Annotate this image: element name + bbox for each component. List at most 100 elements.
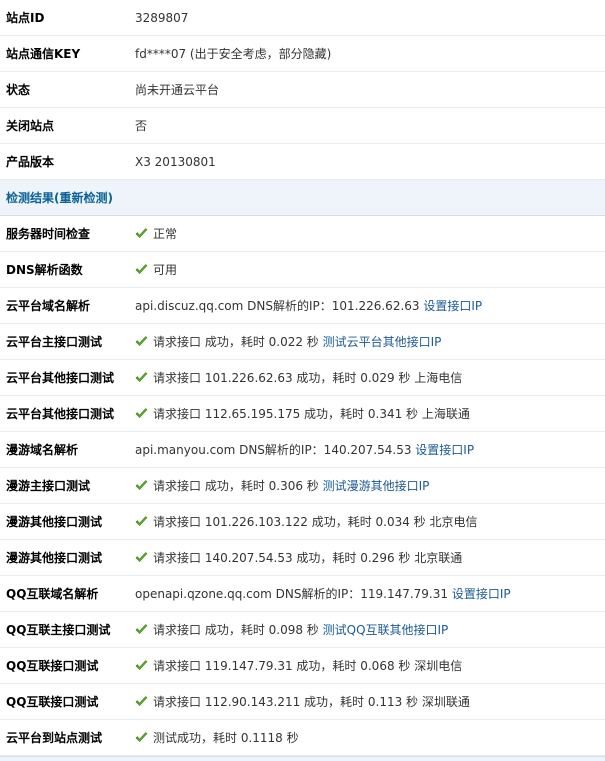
check-label: 漫游域名解析	[0, 431, 135, 468]
check-row: 云平台主接口测试 请求接口 成功，耗时 0.022 秒 测试云平台其他接口IP	[0, 323, 605, 360]
table-footer	[0, 756, 605, 761]
check-result-text: 可用	[153, 263, 178, 277]
check-result-text: 请求接口 101.226.62.63 成功，耗时 0.029 秒 上海电信	[153, 371, 463, 385]
check-result-text: 请求接口 101.226.103.122 成功，耗时 0.034 秒 北京电信	[153, 515, 478, 529]
row-label: 状态	[0, 71, 135, 108]
check-result-text: 测试成功，耗时 0.1118 秒	[153, 731, 299, 745]
section-title-close: )	[107, 191, 113, 205]
check-label: QQ互联接口测试	[0, 647, 135, 684]
row-label: 关闭站点	[0, 107, 135, 144]
check-row: QQ互联域名解析 openapi.qzone.qq.com DNS解析的IP：11…	[0, 575, 605, 612]
check-label: 云平台主接口测试	[0, 323, 135, 360]
check-label: 云平台到站点测试	[0, 719, 135, 756]
check-result-text: 请求接口 140.207.54.53 成功，耗时 0.296 秒 北京联通	[153, 551, 463, 565]
check-label: 云平台其他接口测试	[0, 395, 135, 432]
check-row: 漫游其他接口测试 请求接口 140.207.54.53 成功，耗时 0.296 秒…	[0, 539, 605, 576]
check-icon	[135, 336, 148, 346]
check-row: QQ互联主接口测试 请求接口 成功，耗时 0.098 秒 测试QQ互联其他接口IP	[0, 611, 605, 648]
check-label: QQ互联域名解析	[0, 575, 135, 612]
check-results: 服务器时间检查 正常 DNS解析函数 可用云平台域名解析 api.discuz.qq.c…	[0, 215, 605, 756]
row-label: 站点通信KEY	[0, 35, 135, 72]
check-icon	[135, 696, 148, 706]
check-result: 请求接口 112.90.143.211 成功，耗时 0.113 秒 深圳联通	[135, 683, 605, 720]
check-result-text: 请求接口 112.90.143.211 成功，耗时 0.113 秒 深圳联通	[153, 695, 470, 709]
row-value: 否	[135, 107, 605, 144]
cloud-status-table: 站点ID 3289807 站点通信KEY fd****07 (出于安全考虑，部分…	[0, 0, 605, 756]
check-action-link[interactable]: 设置接口IP	[423, 299, 482, 313]
check-icon	[135, 372, 148, 382]
check-result-text: 请求接口 成功，耗时 0.306 秒	[153, 479, 323, 493]
check-label: 漫游其他接口测试	[0, 503, 135, 540]
check-result: api.discuz.qq.com DNS解析的IP：101.226.62.63…	[135, 287, 605, 324]
check-row: 云平台其他接口测试 请求接口 112.65.195.175 成功，耗时 0.341…	[0, 395, 605, 432]
row-value: 尚未开通云平台	[135, 71, 605, 108]
check-label: 漫游主接口测试	[0, 467, 135, 504]
check-result-text: 请求接口 112.65.195.175 成功，耗时 0.341 秒 上海联通	[153, 407, 470, 421]
check-icon	[135, 408, 148, 418]
check-result: 请求接口 101.226.103.122 成功，耗时 0.034 秒 北京电信	[135, 503, 605, 540]
check-action-link[interactable]: 测试漫游其他接口IP	[323, 479, 430, 493]
check-label: 服务器时间检查	[0, 215, 135, 252]
check-result-text: api.discuz.qq.com DNS解析的IP：101.226.62.63	[135, 299, 424, 313]
check-row: 云平台其他接口测试 请求接口 101.226.62.63 成功，耗时 0.029 …	[0, 359, 605, 396]
check-icon	[135, 516, 148, 526]
check-row: 云平台到站点测试 测试成功，耗时 0.1118 秒	[0, 719, 605, 756]
check-result: openapi.qzone.qq.com DNS解析的IP：119.147.79…	[135, 575, 605, 612]
section-title: 检测结果(重新检测)	[0, 179, 605, 216]
check-result: 测试成功，耗时 0.1118 秒	[135, 719, 605, 756]
check-label: QQ互联接口测试	[0, 683, 135, 720]
info-row: 产品版本 X3 20130801	[0, 143, 605, 180]
check-action-link[interactable]: 测试云平台其他接口IP	[323, 335, 442, 349]
check-icon	[135, 552, 148, 562]
check-action-link[interactable]: 测试QQ互联其他接口IP	[323, 623, 449, 637]
check-label: DNS解析函数	[0, 251, 135, 288]
check-row: 漫游域名解析 api.manyou.com DNS解析的IP：140.207.54…	[0, 431, 605, 468]
check-result: 请求接口 101.226.62.63 成功，耗时 0.029 秒 上海电信	[135, 359, 605, 396]
section-header: 检测结果(重新检测)	[0, 179, 605, 216]
info-row: 站点通信KEY fd****07 (出于安全考虑，部分隐藏)	[0, 35, 605, 72]
row-value: X3 20130801	[135, 143, 605, 180]
check-action-link[interactable]: 设置接口IP	[415, 443, 474, 457]
check-icon	[135, 660, 148, 670]
check-row: QQ互联接口测试 请求接口 119.147.79.31 成功，耗时 0.068 秒…	[0, 647, 605, 684]
check-result: api.manyou.com DNS解析的IP：140.207.54.53 设置…	[135, 431, 605, 468]
check-row: QQ互联接口测试 请求接口 112.90.143.211 成功，耗时 0.113 …	[0, 683, 605, 720]
check-result: 请求接口 140.207.54.53 成功，耗时 0.296 秒 北京联通	[135, 539, 605, 576]
check-result: 正常	[135, 215, 605, 252]
check-result-text: 请求接口 成功，耗时 0.098 秒	[153, 623, 323, 637]
row-value: 3289807	[135, 0, 605, 36]
check-result: 请求接口 成功，耗时 0.022 秒 测试云平台其他接口IP	[135, 323, 605, 360]
check-icon	[135, 480, 148, 490]
check-icon	[135, 264, 148, 274]
check-icon	[135, 228, 148, 238]
check-row: 漫游其他接口测试 请求接口 101.226.103.122 成功，耗时 0.034…	[0, 503, 605, 540]
check-result-text: api.manyou.com DNS解析的IP：140.207.54.53	[135, 443, 416, 457]
check-result: 请求接口 成功，耗时 0.306 秒 测试漫游其他接口IP	[135, 467, 605, 504]
recheck-link[interactable]: 重新检测	[60, 191, 108, 205]
check-result-text: openapi.qzone.qq.com DNS解析的IP：119.147.79…	[135, 587, 452, 601]
check-label: 云平台其他接口测试	[0, 359, 135, 396]
check-result-text: 请求接口 119.147.79.31 成功，耗时 0.068 秒 深圳电信	[153, 659, 463, 673]
row-value: fd****07 (出于安全考虑，部分隐藏)	[135, 35, 605, 72]
info-row: 关闭站点 否	[0, 107, 605, 144]
check-result: 可用	[135, 251, 605, 288]
check-result: 请求接口 成功，耗时 0.098 秒 测试QQ互联其他接口IP	[135, 611, 605, 648]
row-label: 站点ID	[0, 0, 135, 36]
check-result-text: 正常	[153, 227, 178, 241]
check-label: 漫游其他接口测试	[0, 539, 135, 576]
check-result-text: 请求接口 成功，耗时 0.022 秒	[153, 335, 323, 349]
check-result: 请求接口 119.147.79.31 成功，耗时 0.068 秒 深圳电信	[135, 647, 605, 684]
info-row: 站点ID 3289807	[0, 0, 605, 36]
check-result: 请求接口 112.65.195.175 成功，耗时 0.341 秒 上海联通	[135, 395, 605, 432]
row-label: 产品版本	[0, 143, 135, 180]
check-icon	[135, 732, 148, 742]
check-row: 漫游主接口测试 请求接口 成功，耗时 0.306 秒 测试漫游其他接口IP	[0, 467, 605, 504]
check-action-link[interactable]: 设置接口IP	[452, 587, 511, 601]
check-row: DNS解析函数 可用	[0, 251, 605, 288]
check-row: 服务器时间检查 正常	[0, 215, 605, 252]
check-row: 云平台域名解析 api.discuz.qq.com DNS解析的IP：101.22…	[0, 287, 605, 324]
check-label: QQ互联主接口测试	[0, 611, 135, 648]
check-icon	[135, 624, 148, 634]
check-label: 云平台域名解析	[0, 287, 135, 324]
section-title-text: 检测结果(	[6, 191, 60, 205]
